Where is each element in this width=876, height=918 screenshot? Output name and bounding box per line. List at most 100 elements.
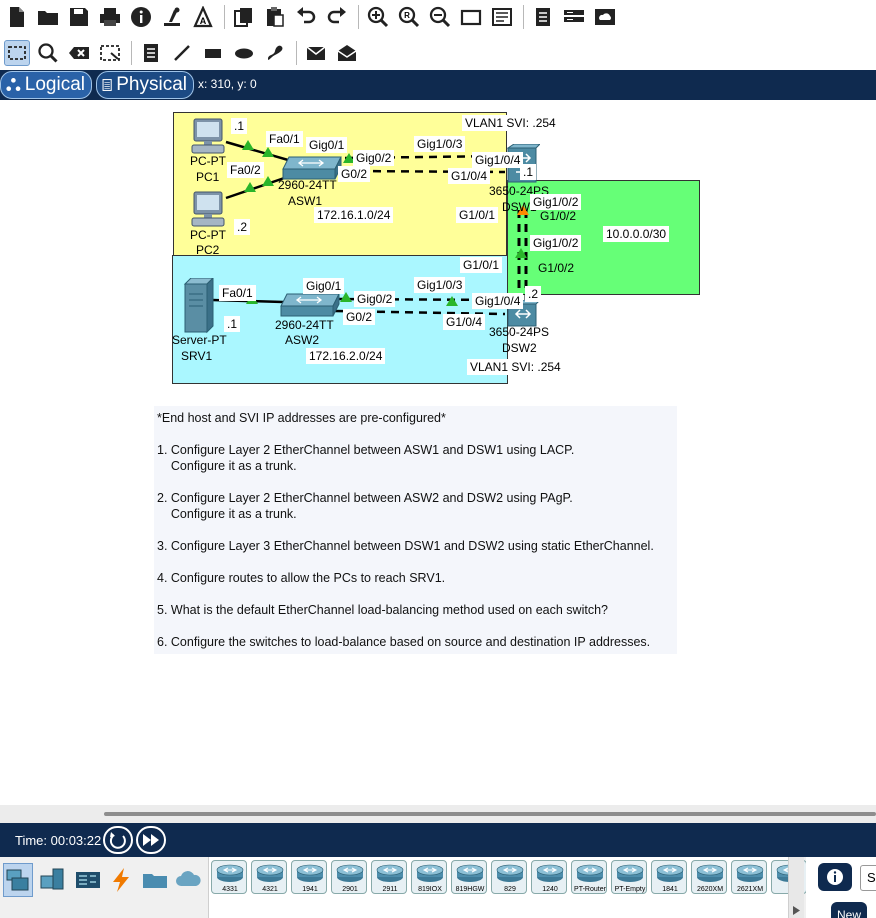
dsw1-ip-label: .1 [520,164,537,180]
drawing-palette-icon[interactable] [458,4,484,30]
text-file-icon[interactable] [530,4,556,30]
cloud-icon[interactable] [592,4,618,30]
add-complex-pdu-icon[interactable] [334,40,360,66]
pc1-icon[interactable] [190,117,226,157]
new-device-button[interactable]: New [831,902,867,918]
new-file-icon[interactable] [4,4,30,30]
network-devices-category[interactable] [3,863,33,897]
info-button[interactable] [818,863,852,891]
pc2-ip-label: .2 [234,219,251,235]
logical-workspace[interactable]: VLAN1 SVI: .254 PC-PT PC1 .1 Fa0/1 Fa0/2… [0,100,876,805]
simulation-time: Time: 00:03:22 [15,833,102,848]
network-info-icon[interactable]: A [190,4,216,30]
device-model-tile[interactable]: 829 [491,860,527,894]
save-icon[interactable] [66,4,92,30]
line-icon[interactable] [169,40,195,66]
note-task-5: 5. What is the default EtherChannel load… [157,603,608,617]
workspace-horizontal-scrollbar[interactable] [0,805,876,823]
dsw1-g101-label: G1/0/1 [456,207,499,223]
dsw2-gig102-label: Gig1/0/2 [530,235,582,251]
note-task-1: 1. Configure Layer 2 EtherChannel betwee… [157,443,575,457]
activity-wizard-icon[interactable] [159,4,185,30]
end-devices-category[interactable] [38,863,68,897]
undo-icon[interactable] [293,4,319,30]
tab-logical[interactable]: Logical [0,71,92,99]
device-model-label: 4331 [222,886,238,893]
svg-text:A: A [200,16,207,26]
note-task-1-detail: Configure it as a trunk. [157,459,297,473]
device-model-tile[interactable]: 2901 [331,860,367,894]
ellipse-icon[interactable] [231,40,257,66]
device-model-tile[interactable]: 1240 [531,860,567,894]
scroll-right-icon[interactable] [792,906,801,915]
custom-device-icon[interactable] [489,4,515,30]
paste-icon[interactable] [262,4,288,30]
asw1-gig02-label: Gig0/2 [353,150,395,166]
dsw2-model-label: 3650-24PS [489,325,550,339]
connections-category[interactable] [106,863,136,897]
zoom-reset-icon[interactable]: R [396,4,422,30]
drawing-toolbar [0,36,876,69]
resize-icon[interactable] [97,40,123,66]
dsw2-name-label: DSW2 [502,341,537,355]
cursor-coordinates: x: 310, y: 0 [198,77,257,91]
device-model-tile[interactable]: 4331 [211,860,247,894]
info-icon[interactable] [128,4,154,30]
components-category[interactable] [73,863,103,897]
device-model-tile[interactable]: 4321 [251,860,287,894]
router-icon [456,864,484,882]
open-folder-icon[interactable] [35,4,61,30]
router-icon [336,864,364,882]
select-icon[interactable] [4,39,30,66]
logical-view-icon [6,78,21,92]
device-model-list: 4331 4321 1941 2901 2911 819IOX 819HGW 829 1240 P… [208,857,807,918]
asw2-model-label: 2960-24TT [275,318,334,332]
device-model-tile[interactable]: 1841 [651,860,687,894]
inspect-icon[interactable] [35,40,61,66]
scrollbar-thumb[interactable] [104,812,876,816]
asw2-gig02-label: Gig0/2 [354,291,396,307]
asw1-model-label: 2960-24TT [278,178,337,192]
main-toolbar: A R [0,0,876,34]
asw2-switch-icon[interactable] [279,292,341,318]
cluster-icon[interactable] [561,4,587,30]
device-model-tile[interactable]: PT-Empty [611,860,647,894]
zoom-in-icon[interactable] [365,4,391,30]
freeform-icon[interactable] [262,40,288,66]
asw2-g02-label: G0/2 [343,309,376,325]
fast-forward-button[interactable] [136,826,166,854]
pc2-name-label: PC2 [196,243,220,257]
note-icon[interactable] [138,40,164,66]
instructions-note[interactable]: *End host and SVI IP addresses are pre-c… [154,406,677,654]
p2p-net-label: 10.0.0.0/30 [603,226,670,242]
device-model-tile[interactable]: 819HGW [451,860,487,894]
delete-icon[interactable] [66,40,92,66]
toolbar-separator [131,40,132,65]
device-model-label: 1941 [302,886,318,893]
tab-physical[interactable]: Physical [96,71,194,99]
device-model-tile[interactable]: 1941 [291,860,327,894]
device-model-tile[interactable]: PT-Router [571,860,607,894]
zoom-out-icon[interactable] [427,4,453,30]
miscellaneous-category[interactable] [140,863,170,897]
dsw2-gig103-label: Gig1/0/3 [414,277,466,293]
miscellaneous-icon [143,874,167,888]
router-icon [656,864,684,882]
copy-icon[interactable] [231,4,257,30]
device-list-scrollbar[interactable] [788,857,804,918]
print-icon[interactable] [97,4,123,30]
redo-icon[interactable] [324,4,350,30]
add-simple-pdu-icon[interactable] [303,40,329,66]
search-device-field[interactable]: S [860,865,876,891]
device-model-tile[interactable]: 819IOX [411,860,447,894]
device-model-tile[interactable]: 2911 [371,860,407,894]
device-model-tile[interactable]: 2620XM [691,860,727,894]
power-cycle-button[interactable] [103,826,133,854]
device-model-tile[interactable]: 2621XM [731,860,767,894]
device-model-label: 4321 [262,886,278,893]
pc2-icon[interactable] [190,190,226,230]
srv1-server-icon[interactable] [183,278,215,334]
router-icon [616,864,644,882]
multiuser-category[interactable] [174,863,204,897]
rectangle-icon[interactable] [200,40,226,66]
